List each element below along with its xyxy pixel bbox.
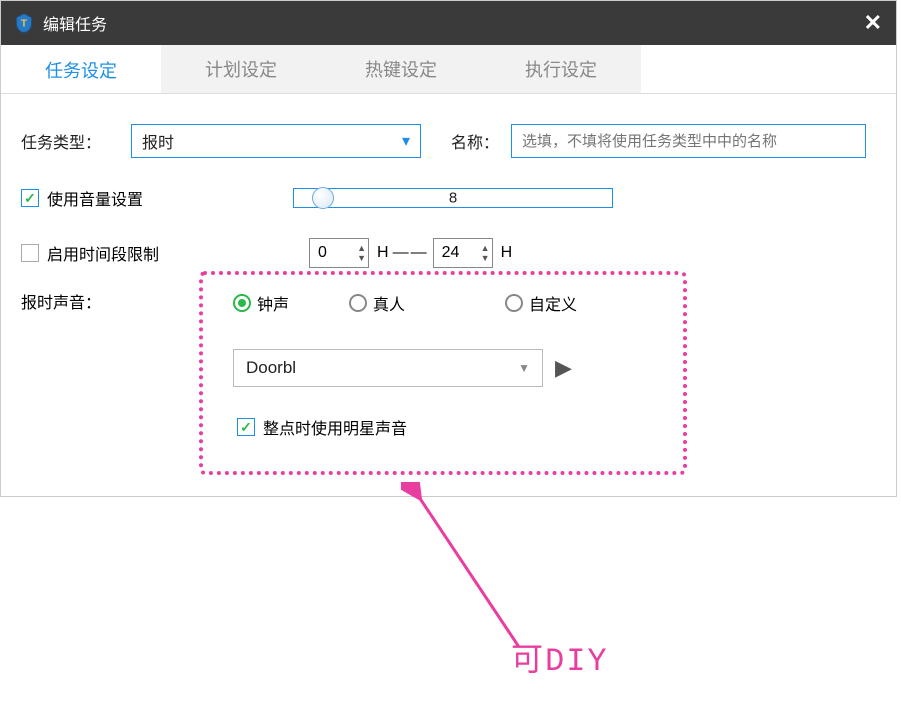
slider-track: 8 (293, 188, 613, 208)
sound-file-select[interactable]: Doorbl ▼ (233, 349, 543, 387)
radio-human-label: 真人 (373, 291, 405, 315)
sound-select-row: Doorbl ▼ ▶ (223, 349, 663, 387)
time-to-spinner[interactable]: 24 ▲▼ (433, 238, 493, 268)
tab-exec-settings[interactable]: 执行设定 (481, 45, 641, 93)
sound-label: 报时声音： (21, 289, 101, 313)
time-from-value: 0 (318, 244, 327, 262)
use-volume-label: 使用音量设置 (47, 186, 143, 210)
radio-icon (505, 294, 523, 312)
name-label: 名称： (451, 129, 511, 153)
h-unit-2: H (501, 244, 513, 262)
play-icon[interactable]: ▶ (555, 355, 572, 381)
titlebar: T 编辑任务 ✕ (1, 1, 896, 45)
radio-bell[interactable]: 钟声 (233, 291, 289, 315)
volume-slider[interactable]: 8 (293, 188, 613, 208)
task-type-label: 任务类型： (21, 129, 131, 153)
time-limit-checkbox[interactable] (21, 244, 39, 262)
window-title: 编辑任务 (43, 11, 107, 35)
radio-human[interactable]: 真人 (349, 291, 405, 315)
diy-annotation: 可DIY (511, 634, 609, 680)
radio-custom-label: 自定义 (529, 291, 577, 315)
spinner-arrows-icon[interactable]: ▲▼ (481, 239, 490, 267)
time-limit-label: 启用时间段限制 (47, 241, 159, 265)
caret-down-icon: ▾ (402, 131, 410, 151)
time-range: 0 ▲▼ H —— 24 ▲▼ H (309, 238, 512, 268)
radio-bell-label: 钟声 (257, 291, 289, 315)
tabs: 任务设定 计划设定 热键设定 执行设定 (1, 45, 896, 94)
time-to-value: 24 (442, 244, 460, 262)
task-type-select[interactable]: 报时 ▾ (131, 124, 421, 158)
time-sep: —— (393, 244, 429, 262)
app-icon: T (13, 12, 35, 34)
tab-hotkey-settings[interactable]: 热键设定 (321, 45, 481, 93)
row-volume: 使用音量设置 8 (21, 186, 876, 210)
radio-icon (349, 294, 367, 312)
radio-custom[interactable]: 自定义 (505, 291, 577, 315)
slider-thumb[interactable] (312, 187, 334, 209)
star-voice-label: 整点时使用明星声音 (263, 415, 407, 439)
sound-radio-group: 钟声 真人 自定义 (223, 291, 663, 315)
star-voice-row: 整点时使用明星声音 (223, 415, 663, 439)
use-volume-checkbox[interactable] (21, 189, 39, 207)
spinner-arrows-icon[interactable]: ▲▼ (357, 239, 366, 267)
star-voice-checkbox[interactable] (237, 418, 255, 436)
radio-icon (233, 294, 251, 312)
task-type-value: 报时 (142, 129, 174, 153)
row-task-type: 任务类型： 报时 ▾ 名称： (21, 124, 876, 158)
close-icon[interactable]: ✕ (864, 10, 882, 36)
slider-value: 8 (449, 190, 457, 207)
sound-file-value: Doorbl (246, 358, 296, 378)
time-from-spinner[interactable]: 0 ▲▼ (309, 238, 369, 268)
caret-down-icon: ▼ (518, 361, 530, 375)
dialog-window: T 编辑任务 ✕ 任务设定 计划设定 热键设定 执行设定 任务类型： 报时 ▾ … (0, 0, 897, 497)
row-time-limit: 启用时间段限制 0 ▲▼ H —— 24 ▲▼ H (21, 238, 876, 268)
name-input[interactable] (511, 124, 866, 158)
content-area: 任务类型： 报时 ▾ 名称： 使用音量设置 8 启用时间段限制 (1, 94, 896, 496)
h-unit-1: H (377, 244, 389, 262)
svg-text:T: T (21, 19, 28, 30)
tab-schedule-settings[interactable]: 计划设定 (161, 45, 321, 93)
tab-task-settings[interactable]: 任务设定 (1, 45, 161, 93)
diy-highlight-box: 钟声 真人 自定义 Doorbl ▼ ▶ (199, 271, 687, 475)
